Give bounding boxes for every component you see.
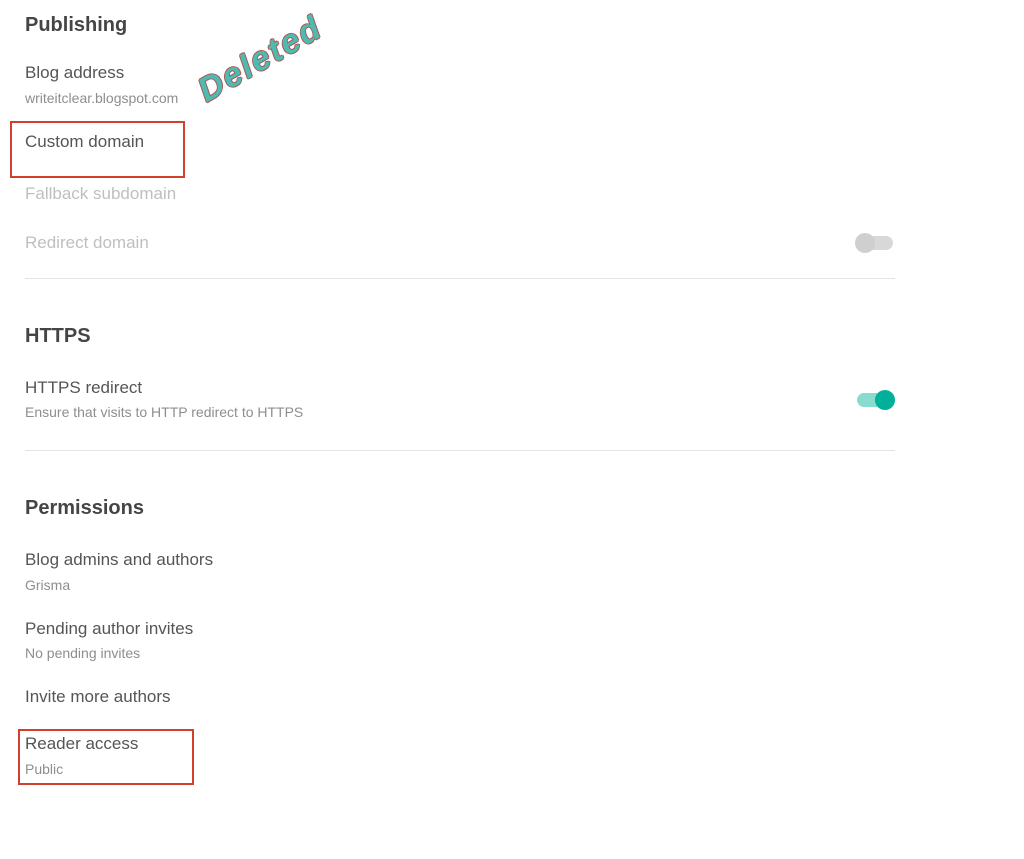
blog-address-label: Blog address <box>25 61 124 86</box>
blog-admins-value: Grisma <box>25 573 1024 597</box>
redirect-domain-toggle[interactable] <box>857 236 893 250</box>
custom-domain-row[interactable]: Custom domain <box>25 130 144 155</box>
permissions-title: Permissions <box>25 491 1024 528</box>
publishing-title: Publishing <box>25 8 1024 45</box>
pending-invites-value: No pending invites <box>25 641 1024 665</box>
https-redirect-toggle[interactable] <box>857 393 893 407</box>
redirect-domain-label: Redirect domain <box>25 231 149 256</box>
https-redirect-label: HTTPS redirect <box>25 376 142 401</box>
https-title: HTTPS <box>25 319 1024 356</box>
settings-page: Publishing Blog address writeitclear.blo… <box>0 0 1024 859</box>
reader-access-label[interactable]: Reader access <box>25 732 138 757</box>
toggle-knob <box>875 390 895 410</box>
invite-more-authors[interactable]: Invite more authors <box>25 685 171 710</box>
https-redirect-desc: Ensure that visits to HTTP redirect to H… <box>25 400 857 424</box>
reader-access-value: Public <box>25 757 1024 781</box>
toggle-knob <box>855 233 875 253</box>
fallback-subdomain-row: Fallback subdomain <box>25 182 176 207</box>
blog-admins-label[interactable]: Blog admins and authors <box>25 548 213 573</box>
pending-invites-label[interactable]: Pending author invites <box>25 617 193 642</box>
blog-address-row[interactable]: Blog address writeitclear.blogspot.com <box>25 45 1024 112</box>
blog-address-value: writeitclear.blogspot.com <box>25 86 1024 110</box>
